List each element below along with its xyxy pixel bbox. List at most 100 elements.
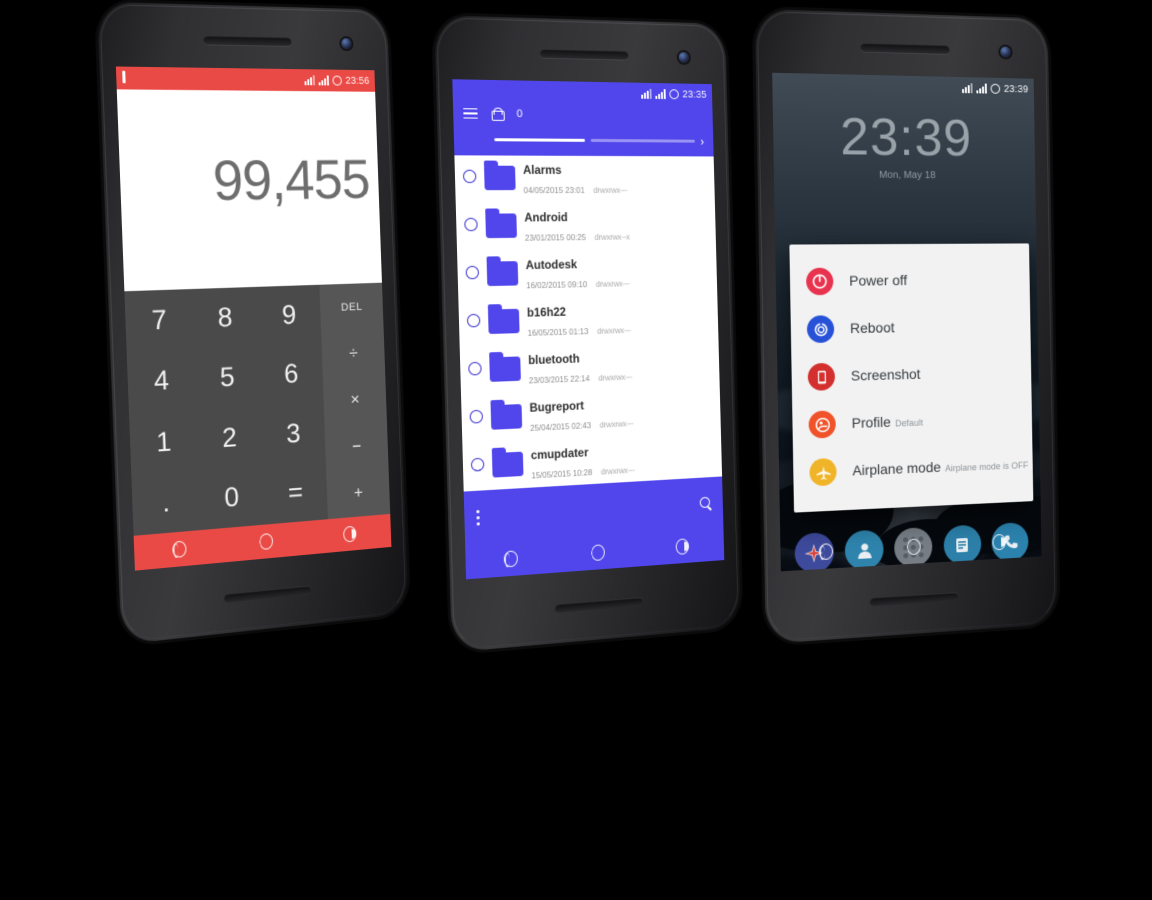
power-menu-title: Reboot — [849, 318, 895, 336]
file-meta: Bugreport 25/04/2015 02:43 drwxrwx--- — [529, 391, 713, 433]
home-button[interactable] — [591, 544, 605, 561]
power-menu-dialog: Power off Reboot Screenshot Profile Defa… — [789, 243, 1034, 513]
calc-key-5[interactable]: 5 — [193, 346, 260, 409]
back-button[interactable] — [172, 541, 187, 559]
lock-icon[interactable] — [491, 107, 502, 120]
power-menu-text: Profile Default — [852, 412, 924, 432]
file-meta: Android 23/01/2015 00:25 drwxrwx--x — [524, 207, 709, 243]
power-menu-text: Airplane mode Airplane mode is OFF — [852, 455, 1028, 480]
file-date: 04/05/2015 23:01 — [523, 185, 585, 196]
home-button[interactable] — [259, 533, 273, 550]
phone3-status-right: 23:39 — [962, 83, 1028, 95]
phone1-status-left — [122, 73, 304, 84]
recents-button[interactable] — [676, 538, 689, 555]
file-date: 15/05/2015 10:28 — [531, 468, 593, 481]
breadcrumb-segment[interactable] — [590, 138, 695, 143]
back-button[interactable] — [818, 543, 832, 560]
folder-icon — [486, 261, 519, 287]
select-radio[interactable] — [469, 409, 484, 424]
file-name: Autodesk — [525, 259, 578, 273]
file-name: Android — [524, 212, 568, 225]
calculator-display: 99,455 — [116, 89, 383, 292]
power-menu-item-power-off[interactable]: Power off — [790, 256, 1030, 306]
scene-background: 23:39 23:39 Mon, May 18 Settings File Ma… — [0, 0, 1152, 900]
calc-key-add[interactable]: + — [326, 468, 390, 520]
power-menu-item-screenshot[interactable]: Screenshot — [791, 348, 1031, 401]
power-menu-title: Profile — [851, 413, 891, 431]
calc-key-delete[interactable]: DEL — [319, 283, 383, 332]
file-permissions: drwxrwx--- — [599, 419, 634, 430]
file-manager-app-bar: 0 › — [452, 101, 714, 157]
recents-button[interactable] — [993, 534, 1007, 550]
file-sub: 04/05/2015 23:01 drwxrwx--- — [524, 186, 708, 195]
overflow-menu-icon[interactable] — [476, 509, 480, 526]
battery-circle-icon — [332, 75, 342, 86]
selected-count: 0 — [516, 107, 523, 121]
calc-key-6[interactable]: 6 — [258, 343, 323, 405]
file-sub: 25/04/2015 02:43 drwxrwx--- — [530, 415, 713, 433]
calc-key-3[interactable]: 3 — [261, 402, 326, 465]
calculator-digit-grid: 7 8 9 4 5 6 1 2 3 . 0 = — [124, 284, 328, 536]
file-permissions: drwxrwx--x — [594, 232, 630, 242]
power-menu-title: Airplane mode — [852, 458, 941, 478]
file-sub: 23/03/2015 22:14 drwxrwx--- — [529, 370, 713, 386]
phone2-status-right: 23:35 — [641, 88, 707, 100]
calc-key-7[interactable]: 7 — [124, 289, 193, 352]
profile-icon — [808, 410, 836, 439]
folder-icon — [485, 213, 517, 239]
contacts-glyph — [845, 529, 884, 570]
recents-button[interactable] — [343, 526, 356, 543]
home-app-label: File Manager — [836, 464, 886, 475]
power-menu-title: Screenshot — [850, 365, 921, 384]
calc-key-equals[interactable]: = — [263, 461, 328, 525]
file-permissions: drwxrwx--- — [598, 372, 633, 383]
signal-icon — [318, 75, 329, 86]
signal-bars-icon — [641, 88, 652, 99]
clock-time: 23:39 — [839, 107, 973, 168]
phone2-status-left — [459, 91, 641, 94]
clock-date: Mon, May 18 — [879, 169, 936, 182]
folder-icon — [490, 404, 523, 430]
file-meta: b16h22 16/05/2015 01:13 drwxrwx--- — [527, 299, 711, 338]
power-menu-text: Screenshot — [851, 365, 921, 385]
signal-bars-icon — [304, 75, 315, 86]
select-radio[interactable] — [464, 217, 478, 232]
signal-icon — [655, 89, 666, 100]
list-item[interactable]: Autodesk 16/02/2015 09:10 drwxrwx--- — [457, 248, 717, 300]
signal-bars-icon — [962, 83, 973, 94]
power-icon — [805, 267, 834, 296]
file-permissions: drwxrwx--- — [600, 465, 635, 477]
calc-key-divide[interactable]: ÷ — [321, 329, 385, 379]
phone-device-file-manager: 23:35 0 › Alarms 04/05/2015 23:01 drwxrw… — [434, 15, 741, 653]
file-name: cmupdater — [530, 447, 589, 463]
hamburger-icon[interactable] — [463, 107, 478, 119]
power-menu-item-reboot[interactable]: Reboot — [790, 302, 1030, 353]
calc-key-multiply[interactable]: × — [323, 375, 387, 425]
calc-key-9[interactable]: 9 — [256, 285, 321, 347]
signal-icon — [976, 83, 987, 94]
phone2-status-time: 23:35 — [682, 88, 707, 101]
calc-key-subtract[interactable]: − — [325, 421, 389, 472]
phone-device-calculator: 23:56 99,455 7 8 9 4 5 6 1 2 3 . 0 = DEL… — [97, 1, 409, 645]
file-permissions: drwxrwx--- — [593, 185, 628, 195]
phone-device-home: 23:39 23:39 Mon, May 18 Settings File Ma… — [754, 8, 1058, 645]
search-icon[interactable] — [700, 496, 712, 509]
phone1-status-right: 23:56 — [304, 75, 370, 86]
file-manager-toolbar: 0 — [463, 102, 704, 127]
phone3-status-bar: 23:39 — [772, 73, 1034, 101]
select-radio[interactable] — [465, 265, 480, 280]
phone3-status-left — [778, 84, 962, 88]
file-meta: bluetooth 23/03/2015 22:14 drwxrwx--- — [528, 345, 712, 385]
battery-circle-icon — [990, 83, 1001, 94]
folder-icon — [487, 308, 520, 335]
power-menu-subtitle: Airplane mode is OFF — [945, 459, 1029, 474]
power-menu-text: Reboot — [850, 319, 895, 338]
folder-icon — [484, 165, 516, 191]
contacts-icon[interactable] — [844, 529, 884, 571]
file-name: b16h22 — [526, 306, 567, 320]
file-meta: Alarms 04/05/2015 23:01 drwxrwx--- — [523, 161, 708, 195]
calculator-operator-column: DEL ÷ × − + — [319, 282, 391, 520]
settings-icon — [793, 431, 825, 464]
breadcrumb[interactable]: › — [464, 132, 704, 149]
file-manager-icon — [845, 429, 877, 462]
